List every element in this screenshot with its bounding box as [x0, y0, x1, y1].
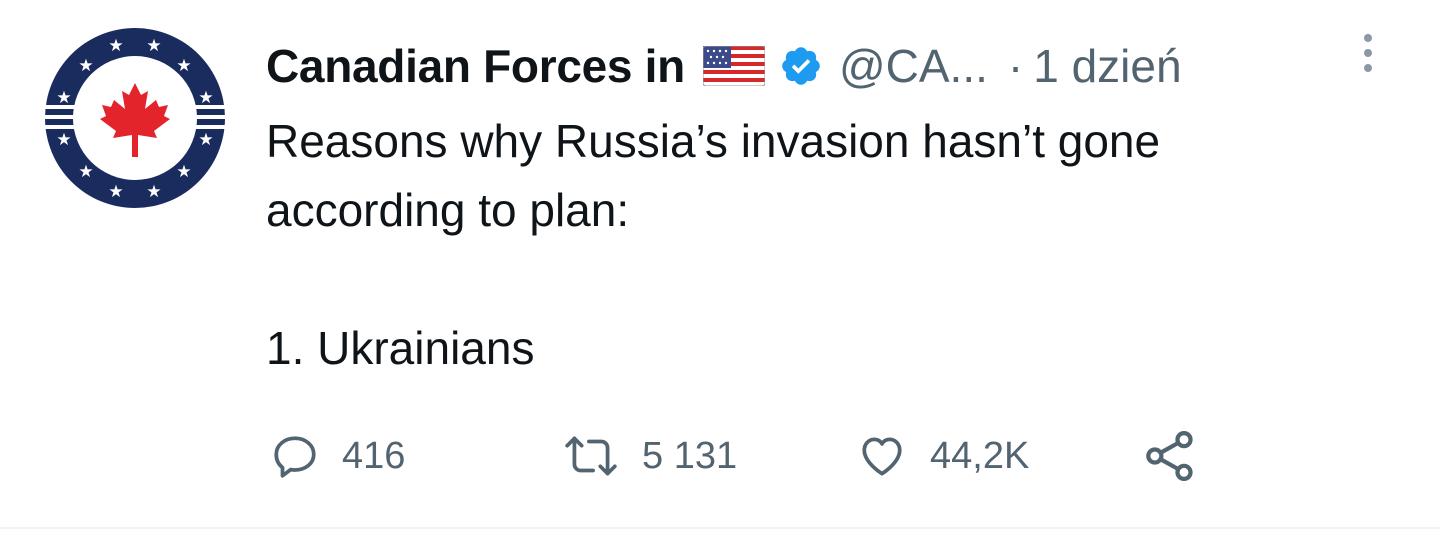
retweet-icon — [565, 436, 617, 476]
retweet-count: 5 131 — [642, 434, 738, 477]
svg-text:★: ★ — [198, 130, 213, 150]
svg-text:★: ★ — [108, 36, 123, 56]
avatar[interactable]: ★ ★ ★ ★ ★ ★ ★ ★ ★ ★ ★ ★ — [44, 27, 226, 209]
svg-text:★: ★ — [56, 130, 71, 150]
retweet-button[interactable]: 5 131 — [562, 426, 737, 486]
svg-text:★: ★ — [176, 56, 191, 76]
like-count: 44,2K — [930, 434, 1030, 477]
share-button[interactable] — [1142, 426, 1198, 486]
reply-count: 416 — [342, 434, 406, 477]
verified-badge-icon — [782, 47, 820, 85]
author-name[interactable]: Canadian Forces in — [266, 39, 685, 93]
tweet-card[interactable]: ★ ★ ★ ★ ★ ★ ★ ★ ★ ★ ★ ★ Canadian Forces … — [0, 0, 1440, 529]
tweet-text: Reasons why Russia’s invasion hasn’t gon… — [266, 115, 1161, 374]
svg-text:★: ★ — [198, 88, 213, 108]
share-icon — [1146, 431, 1193, 481]
svg-text:★: ★ — [108, 182, 123, 202]
svg-text:★: ★ — [146, 36, 161, 56]
heart-icon — [862, 437, 902, 476]
tweet-header: Canadian Forces in @CA... · 1 dzień — [266, 36, 1182, 96]
us-flag-icon — [702, 46, 765, 86]
reply-icon — [274, 436, 316, 478]
svg-text:★: ★ — [78, 162, 93, 182]
svg-text:★: ★ — [176, 162, 191, 182]
tweet-timestamp[interactable]: 1 dzień — [1033, 39, 1181, 93]
header-separator: · — [1007, 40, 1024, 92]
author-handle[interactable]: @CA... — [839, 39, 988, 93]
like-button[interactable]: 44,2K — [856, 426, 1029, 486]
svg-text:★: ★ — [146, 182, 161, 202]
more-options-icon[interactable] — [1356, 30, 1380, 80]
tweet-actions: 416 5 131 44,2K — [270, 426, 1270, 486]
reply-button[interactable]: 416 — [270, 426, 405, 486]
svg-text:★: ★ — [56, 88, 71, 108]
svg-text:★: ★ — [78, 56, 93, 76]
